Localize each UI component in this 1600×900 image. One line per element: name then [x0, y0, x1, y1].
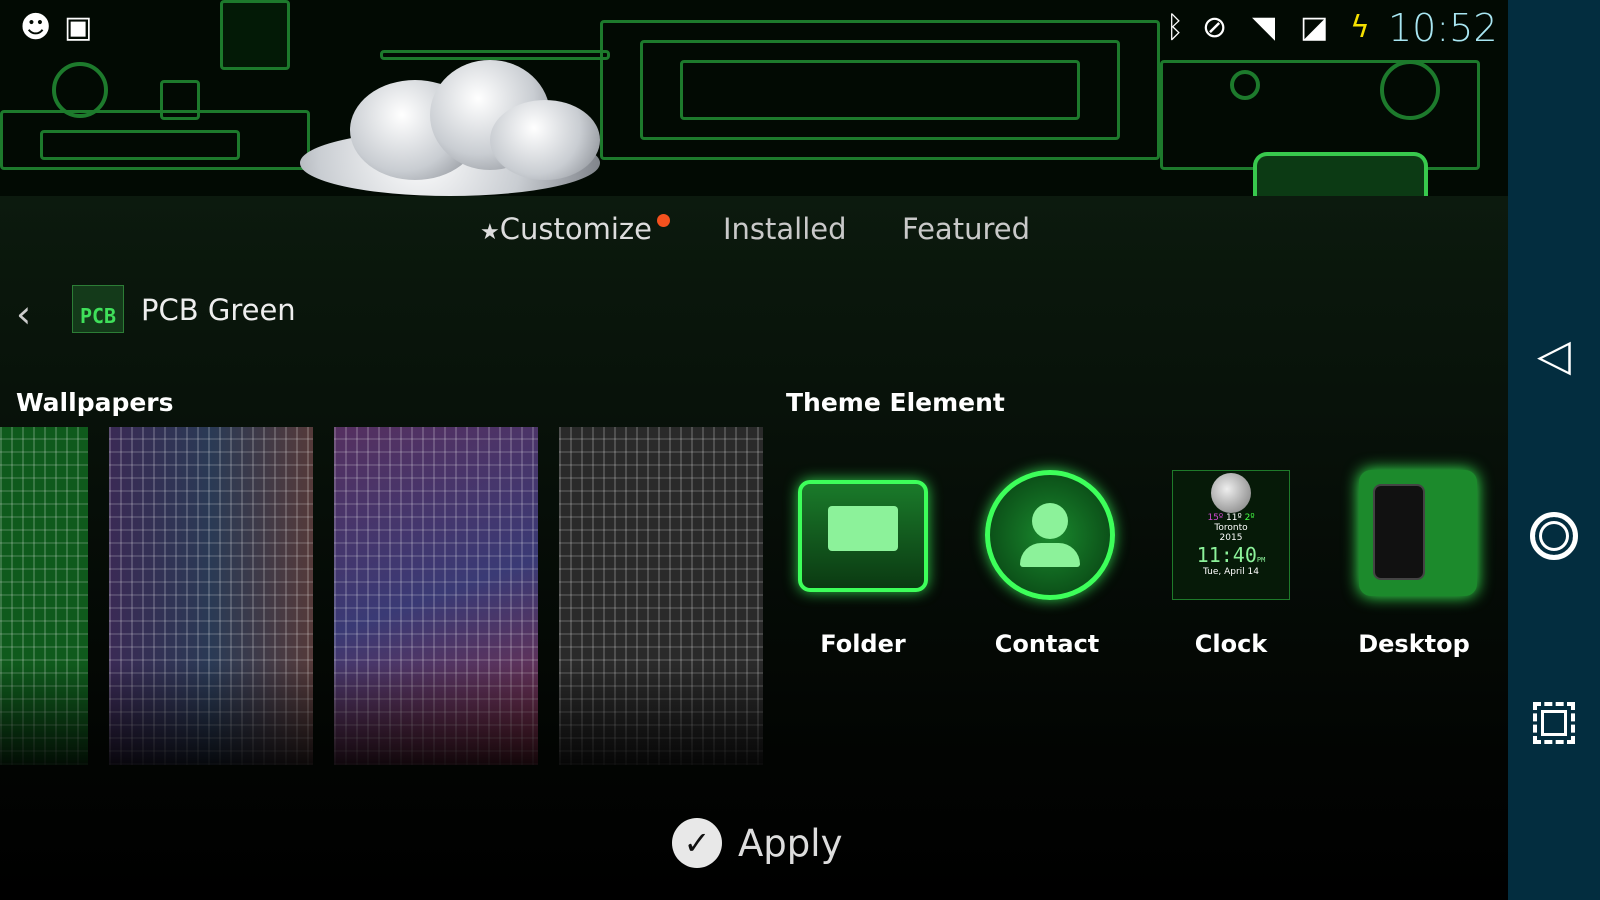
wallpaper-thumbnail[interactable]	[559, 427, 763, 765]
moon-icon	[1211, 473, 1251, 513]
theme-detail-screen: ☻ ▣ ᛒ ⊘ ◥ ◪ ϟ 10:52 ★Customize Installed…	[0, 0, 1508, 900]
wallpapers-heading: Wallpapers	[16, 388, 174, 417]
check-circle-icon: ✓	[672, 818, 722, 868]
tab-installed[interactable]: Installed	[723, 212, 847, 246]
theme-element-label: Clock	[1194, 630, 1268, 658]
recents-chip-icon[interactable]	[1508, 702, 1600, 744]
wifi-icon: ◥	[1252, 10, 1276, 45]
apply-label: Apply	[738, 821, 843, 865]
tab-bar: ★Customize Installed Featured	[0, 212, 1508, 262]
back-triangle-icon[interactable]: ◁	[1508, 330, 1600, 381]
status-bar: ☻ ▣ ᛒ ⊘ ◥ ◪ ϟ 10:52	[0, 0, 1508, 56]
weather-cloud-image	[290, 60, 610, 196]
theme-element-heading: Theme Element	[786, 388, 1005, 417]
navigation-bar: ◁	[1508, 0, 1600, 900]
widget-time: 11:40	[1196, 543, 1257, 567]
star-icon: ★	[480, 220, 500, 245]
page-title: PCB Green	[141, 293, 296, 327]
no-sim-icon: ◪	[1300, 10, 1329, 45]
clock-widget-icon[interactable]: 15º 11º 2º Toronto 2015 11:40PM Tue, Apr…	[1172, 470, 1290, 600]
tab-customize[interactable]: ★Customize	[480, 212, 652, 246]
battery-charging-icon: ϟ	[1350, 10, 1370, 45]
theme-element-label: Contact	[994, 630, 1100, 658]
chevron-left-icon[interactable]: ‹	[16, 292, 31, 336]
apply-button[interactable]: ✓ Apply	[672, 818, 842, 868]
theme-badge-image	[1253, 152, 1428, 196]
bluetooth-icon: ᛒ	[1166, 10, 1184, 45]
home-circle-icon[interactable]	[1508, 512, 1600, 560]
wallpaper-thumbnail[interactable]	[334, 427, 538, 765]
do-not-disturb-icon: ⊘	[1202, 10, 1228, 45]
theme-thumbnail-icon: PCB	[72, 285, 124, 333]
city: Toronto	[1214, 523, 1248, 533]
tab-featured[interactable]: Featured	[902, 212, 1030, 246]
desktop-preview-icon[interactable]	[1359, 470, 1477, 596]
temp-high: 2º	[1244, 513, 1255, 523]
widget-date: Tue, April 14	[1203, 567, 1259, 577]
temp-low: 15º	[1207, 513, 1224, 523]
theme-element-label: Folder	[820, 630, 906, 658]
ampm: PM	[1256, 556, 1266, 564]
notification-dot	[657, 214, 670, 227]
clock: 10:52	[1388, 6, 1498, 50]
cyanogen-mascot-icon: ☻	[20, 10, 52, 45]
store-bag-icon: ▣	[64, 10, 93, 45]
contact-icon[interactable]	[985, 470, 1115, 600]
theme-element-label: Desktop	[1358, 630, 1470, 658]
wallpaper-thumbnail[interactable]	[109, 427, 313, 765]
year: 2015	[1219, 533, 1243, 543]
temp: 11º	[1226, 513, 1242, 523]
folder-icon[interactable]	[798, 480, 928, 592]
wallpaper-thumbnail[interactable]	[0, 427, 88, 765]
